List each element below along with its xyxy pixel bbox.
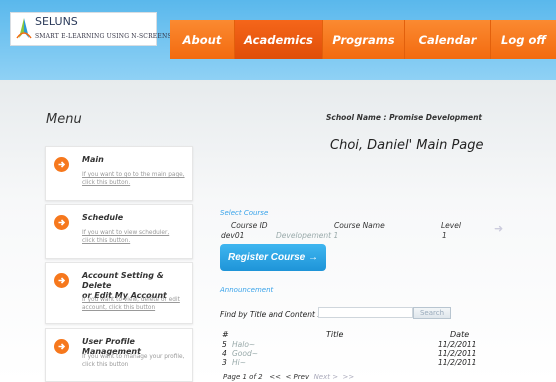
logo-icon bbox=[16, 18, 32, 39]
arrow-right-icon bbox=[54, 339, 69, 354]
table-row-title[interactable]: Hi~ bbox=[232, 358, 246, 367]
table-row-date: 11/2/2011 bbox=[438, 340, 477, 349]
menu-item-desc[interactable]: If you want to view scheduler, click thi… bbox=[82, 229, 182, 245]
arrow-right-icon bbox=[54, 273, 69, 288]
menu-title: Menu bbox=[46, 112, 82, 127]
nav-programs[interactable]: Programs bbox=[323, 20, 405, 59]
menu-item-desc: If you want to manage your profile, clic… bbox=[82, 354, 185, 368]
table-row-date: 11/2/2011 bbox=[438, 349, 477, 358]
table-row-date: 11/2/2011 bbox=[438, 358, 477, 367]
prev-page-link[interactable]: < Prev bbox=[285, 373, 309, 381]
col-level: Level bbox=[441, 221, 461, 230]
register-course-button[interactable]: Register Course → bbox=[220, 244, 326, 271]
menu-item-title-line1: Account Setting & Delete bbox=[82, 271, 164, 290]
nav-calendar[interactable]: Calendar bbox=[405, 20, 491, 59]
arrow-right-icon bbox=[54, 157, 69, 172]
col-title: Title bbox=[326, 330, 344, 339]
school-name: School Name : Promise Development bbox=[326, 113, 483, 122]
page-title: Choi, Daniel' Main Page bbox=[330, 138, 484, 153]
logo-title: SELUNS bbox=[35, 15, 78, 28]
announcement-label: Announcement bbox=[220, 286, 274, 294]
col-date: Date bbox=[450, 330, 470, 339]
arrow-right-icon bbox=[54, 215, 69, 230]
search-button[interactable]: Search bbox=[413, 307, 451, 319]
table-row-title[interactable]: Good~ bbox=[232, 349, 258, 358]
nav-logoff[interactable]: Log off bbox=[491, 20, 556, 59]
menu-item-main[interactable]: Main If you want to go to the main page,… bbox=[45, 146, 193, 201]
course-level-cell: 1 bbox=[442, 231, 447, 240]
table-row-num: 4 bbox=[222, 349, 227, 358]
menu-item-title: Main bbox=[82, 155, 104, 164]
page-indicator: Page 1 of 2 bbox=[223, 373, 263, 381]
nav-about[interactable]: About bbox=[170, 20, 235, 59]
logo-subtitle: SMART E-LEARNING USING N-SCREENS bbox=[35, 33, 172, 40]
first-page-link[interactable]: << bbox=[269, 373, 281, 381]
main-nav: About Academics Programs Calendar Log of… bbox=[170, 20, 556, 59]
col-course-name: Course Name bbox=[334, 221, 385, 230]
table-row-title[interactable]: Halo~ bbox=[232, 340, 255, 349]
arrow-right-icon[interactable]: ➜ bbox=[494, 222, 503, 235]
table-row-num: 5 bbox=[222, 340, 227, 349]
nav-academics[interactable]: Academics bbox=[235, 20, 323, 59]
find-input[interactable] bbox=[318, 307, 413, 318]
menu-item-title: Schedule bbox=[82, 213, 124, 222]
course-name-cell[interactable]: Developement 1 bbox=[276, 231, 338, 240]
course-id-cell[interactable]: dev01 bbox=[221, 231, 244, 240]
col-course-id: Course ID bbox=[231, 221, 268, 230]
logo[interactable]: SELUNS SMART E-LEARNING USING N-SCREENS bbox=[10, 12, 172, 46]
menu-item-desc[interactable]: If you want to go to the main page, clic… bbox=[82, 171, 192, 187]
find-label: Find by Title and Content : bbox=[220, 310, 320, 319]
table-row-num: 3 bbox=[222, 358, 227, 367]
menu-item-user-profile[interactable]: User Profile Management If you want to m… bbox=[45, 328, 193, 382]
next-page-link[interactable]: Next > bbox=[314, 373, 339, 381]
menu-item-account-setting[interactable]: Account Setting & Delete or Edit My Acco… bbox=[45, 262, 193, 324]
col-number: # bbox=[222, 330, 229, 339]
pagination: Page 1 of 2 << < Prev Next > >> bbox=[223, 373, 354, 381]
select-course-label: Select Course bbox=[220, 209, 269, 217]
last-page-link[interactable]: >> bbox=[343, 373, 355, 381]
menu-item-schedule[interactable]: Schedule If you want to view scheduler, … bbox=[45, 204, 193, 259]
menu-item-desc[interactable]: If you want to view, delete or edit acco… bbox=[82, 296, 190, 312]
